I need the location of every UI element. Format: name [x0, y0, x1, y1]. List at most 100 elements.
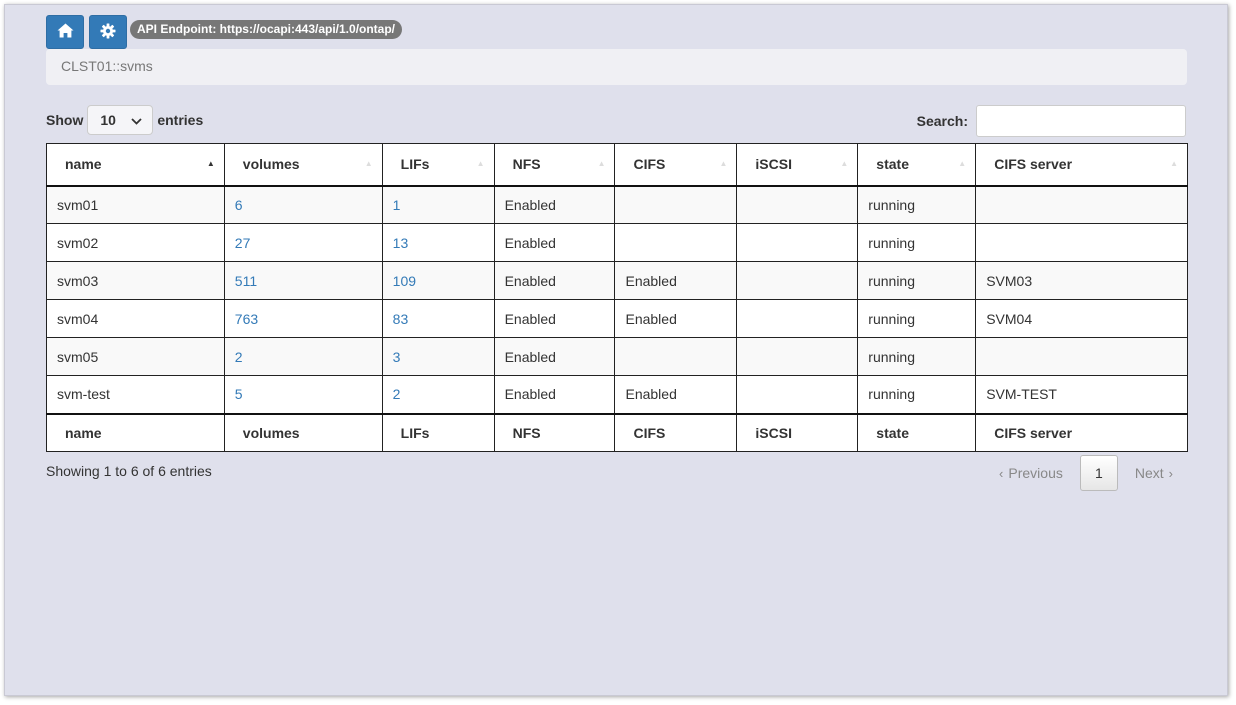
cell-nfs: Enabled [493, 185, 616, 224]
cell-cifs [614, 223, 738, 262]
toolbar: API Endpoint: https://ocapi:443/api/1.0/… [46, 15, 403, 49]
sort-icon: ▲ [840, 159, 849, 169]
cell-iscsi [736, 223, 859, 262]
column-header-state[interactable]: state ▲ [857, 143, 977, 187]
sort-icon: ▲ [364, 159, 373, 169]
column-header-cifs[interactable]: CIFS ▲ [614, 143, 738, 187]
page-length-select[interactable]: 10 [87, 105, 154, 135]
search-label: Search: [916, 113, 968, 129]
api-endpoint-badge: API Endpoint: https://ocapi:443/api/1.0/… [130, 20, 403, 39]
table-row: svm03 511 109 Enabled Enabled running SV… [46, 261, 1188, 300]
cell-cifs [614, 185, 738, 224]
chevron-left-icon: ‹ [999, 465, 1004, 481]
table-info: Showing 1 to 6 of 6 entries [46, 463, 212, 479]
cell-cifs: Enabled [614, 261, 738, 300]
previous-button[interactable]: ‹ Previous [987, 457, 1075, 489]
cell-state: running [857, 185, 977, 224]
entries-label: entries [157, 112, 204, 128]
footer-cifs: CIFS [614, 412, 738, 452]
home-button[interactable] [46, 15, 84, 49]
svm-table: name ▲ volumes ▲ LIFs ▲ NFS ▲ CIFS ▲ iSCSI ▲ s… [46, 143, 1188, 452]
volumes-link[interactable]: 763 [235, 311, 258, 327]
column-header-name[interactable]: name ▲ [46, 143, 225, 187]
lifs-link[interactable]: 83 [393, 311, 409, 327]
cell-volumes: 763 [223, 299, 383, 338]
cell-name: svm04 [46, 299, 225, 338]
footer-lifs: LIFs [381, 412, 495, 452]
show-label: Show [46, 112, 84, 128]
volumes-link[interactable]: 511 [235, 273, 257, 289]
sort-icon: ▲ [476, 159, 485, 169]
lifs-link[interactable]: 109 [393, 273, 416, 289]
page-length-control: Show 10 entries [46, 105, 203, 135]
next-label: Next [1134, 465, 1164, 481]
cell-state: running [857, 299, 977, 338]
column-header-iscsi[interactable]: iSCSI ▲ [736, 143, 859, 187]
chevron-down-icon [131, 112, 142, 128]
sort-icon: ▲ [958, 159, 967, 169]
cell-nfs: Enabled [493, 223, 616, 262]
cell-cifs-server: SVM03 [975, 261, 1188, 300]
sort-icon: ▲ [719, 159, 728, 169]
cell-cifs-server: SVM04 [975, 299, 1188, 338]
volumes-link[interactable]: 27 [235, 235, 251, 251]
cell-iscsi [736, 375, 859, 414]
table-footer-row: name volumes LIFs NFS CIFS iSCSI state C… [46, 412, 1188, 452]
lifs-link[interactable]: 1 [393, 197, 401, 213]
cell-lifs: 13 [381, 223, 495, 262]
pagination: ‹ Previous 1 Next › [987, 455, 1185, 491]
cell-name: svm-test [46, 375, 225, 414]
chevron-right-icon: › [1168, 465, 1173, 481]
cell-lifs: 1 [381, 185, 495, 224]
settings-button[interactable] [89, 15, 127, 49]
cell-iscsi [736, 185, 859, 224]
search-control: Search: [917, 105, 1186, 137]
cell-volumes: 511 [223, 261, 383, 300]
cell-name: svm01 [46, 185, 225, 224]
cell-nfs: Enabled [493, 261, 616, 300]
cell-cifs-server: SVM-TEST [975, 375, 1188, 414]
cell-name: svm02 [46, 223, 225, 262]
cell-volumes: 27 [223, 223, 383, 262]
cell-name: svm03 [46, 261, 225, 300]
volumes-link[interactable]: 5 [235, 386, 243, 402]
column-header-volumes[interactable]: volumes ▲ [223, 143, 383, 187]
cell-state: running [857, 337, 977, 376]
lifs-link[interactable]: 3 [393, 349, 401, 365]
column-header-cifs-server[interactable]: CIFS server ▲ [975, 143, 1188, 187]
footer-name: name [46, 412, 225, 452]
column-header-nfs[interactable]: NFS ▲ [493, 143, 616, 187]
footer-nfs: NFS [493, 412, 616, 452]
previous-label: Previous [1008, 465, 1063, 481]
sort-icon: ▲ [597, 159, 606, 169]
sort-asc-icon: ▲ [206, 159, 215, 169]
cell-nfs: Enabled [493, 375, 616, 414]
table-row: svm-test 5 2 Enabled Enabled running SVM… [46, 375, 1188, 414]
next-button[interactable]: Next › [1123, 457, 1185, 489]
page-1-button[interactable]: 1 [1079, 455, 1118, 491]
cell-state: running [857, 223, 977, 262]
lifs-link[interactable]: 13 [393, 235, 409, 251]
table-row: svm05 2 3 Enabled running [46, 337, 1188, 376]
cell-iscsi [736, 337, 859, 376]
cell-nfs: Enabled [493, 299, 616, 338]
footer-volumes: volumes [223, 412, 383, 452]
column-header-lifs[interactable]: LIFs ▲ [381, 143, 495, 187]
sort-icon: ▲ [1170, 159, 1178, 169]
table-row: svm02 27 13 Enabled running [46, 223, 1188, 262]
cell-iscsi [736, 299, 859, 338]
cell-lifs: 3 [381, 337, 495, 376]
cell-name: svm05 [46, 337, 225, 376]
cell-cifs-server [975, 337, 1188, 376]
cell-volumes: 6 [223, 185, 383, 224]
cell-state: running [857, 261, 977, 300]
table-row: svm01 6 1 Enabled running [46, 185, 1188, 224]
lifs-link[interactable]: 2 [393, 386, 401, 402]
cell-lifs: 2 [381, 375, 495, 414]
cell-iscsi [736, 261, 859, 300]
volumes-link[interactable]: 2 [235, 349, 243, 365]
volumes-link[interactable]: 6 [235, 197, 243, 213]
breadcrumb: CLST01::svms [46, 49, 1187, 85]
search-input[interactable] [976, 105, 1186, 137]
footer-cifs-server: CIFS server [975, 412, 1188, 452]
